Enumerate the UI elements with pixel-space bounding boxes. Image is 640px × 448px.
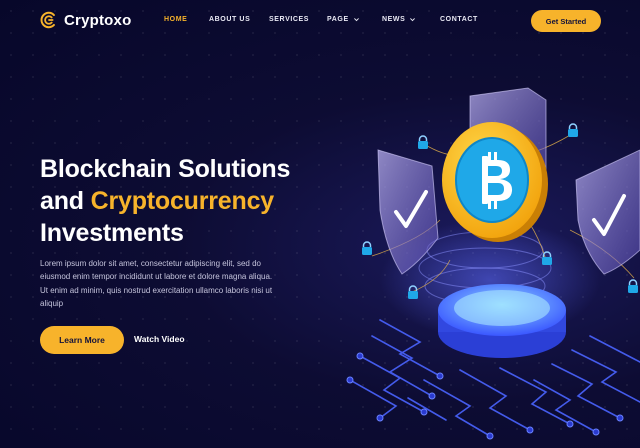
nav-contact[interactable]: CONTACT [440,16,500,23]
circuit-nodes [346,352,624,440]
main-nav: HOME ABOUT US SERVICES PAGE NEWS CONTACT [164,16,500,23]
hero-description: Lorem ipsum dolor sit amet, consectetur … [40,259,273,309]
nav-about-us[interactable]: ABOUT US [209,16,269,23]
lock-icon [362,241,372,255]
hero-title-line-3: Investments [40,219,184,247]
hero-title-line-1: Blockchain Solutions [40,155,291,183]
hero-title-line-2: and Cryptocurrency [40,185,290,217]
nav-page[interactable]: PAGE [327,16,382,23]
nav-services-label: SERVICES [269,16,310,23]
lock-icon [628,279,638,293]
nav-news[interactable]: NEWS [382,16,440,23]
nav-page-label: PAGE [327,16,349,23]
nav-about-us-label: ABOUT US [209,16,251,23]
lock-icon [568,123,578,137]
chevron-down-icon [410,18,416,22]
pedestal [438,284,566,358]
nav-news-label: NEWS [382,16,406,23]
chevron-down-icon [353,18,359,22]
nav-contact-label: CONTACT [440,16,478,23]
brand-logo[interactable]: Cryptoxo [40,11,131,29]
get-started-button[interactable]: Get Started [531,10,601,32]
blockchain-illustration [346,87,640,440]
site-header: Cryptoxo HOME ABOUT US SERVICES PAGE NEW… [0,0,640,42]
lock-icon [418,135,428,149]
hero-title: Blockchain Solutions and Cryptocurrency … [40,153,290,249]
watch-video-link[interactable]: Watch Video [134,334,185,344]
learn-more-button[interactable]: Learn More [40,326,124,354]
cryptoxo-logo-icon [40,11,55,29]
nav-home[interactable]: HOME [164,16,209,23]
nav-services[interactable]: SERVICES [269,16,327,23]
nav-home-label: HOME [164,16,188,23]
hero-title-accent: Cryptocurrency [90,187,275,215]
brand-name: Cryptoxo [64,11,132,29]
hero-title-prefix: and [40,187,84,215]
